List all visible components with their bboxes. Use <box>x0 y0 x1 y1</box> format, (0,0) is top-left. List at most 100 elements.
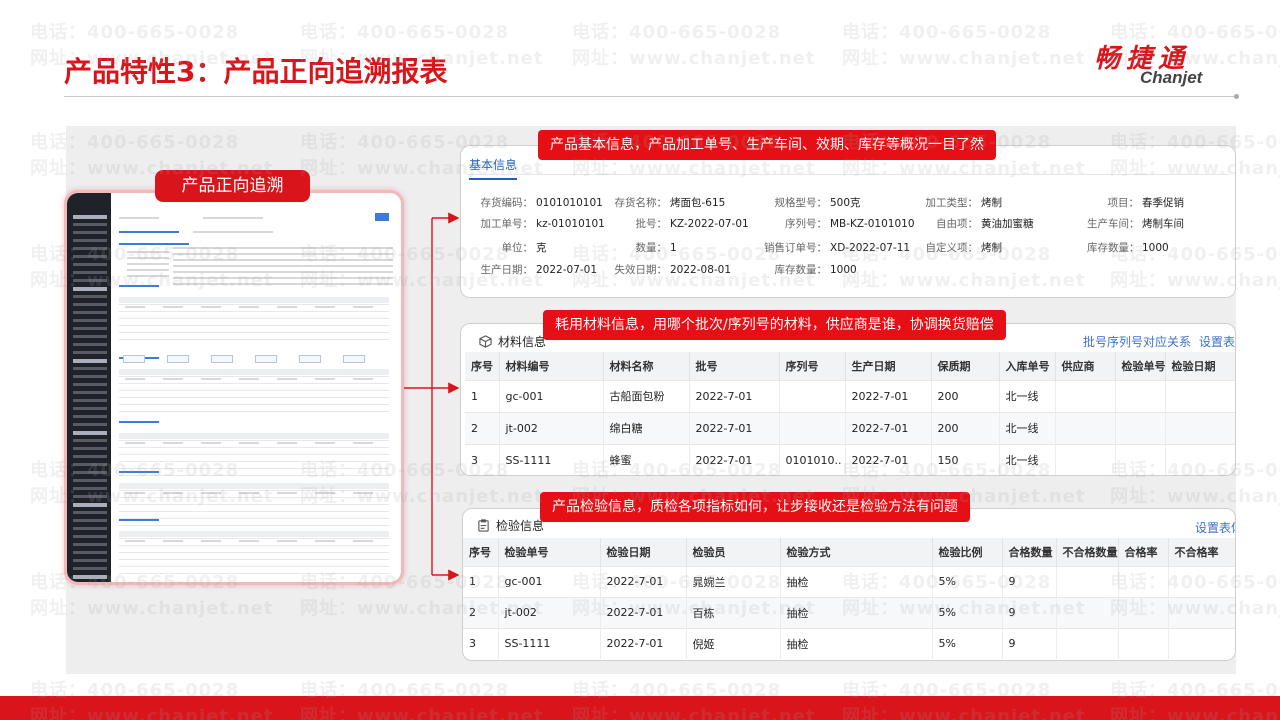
thumbnail-sidebar-item <box>73 527 107 530</box>
thumbnail-shape <box>119 318 389 319</box>
table-row[interactable]: 2 jt-002 2022-7-01 百栋 抽检 5% 9 <box>463 596 1235 628</box>
column-header[interactable]: 批号 <box>689 352 780 380</box>
thumbnail-shape <box>277 442 297 444</box>
column-header[interactable]: 合格率 <box>1118 538 1169 566</box>
column-header[interactable]: 序列号 <box>779 352 846 380</box>
field-label: 规格型号： <box>774 197 828 209</box>
thumbnail-sidebar-item <box>73 231 107 234</box>
thumbnail-shape <box>203 217 263 219</box>
column-header[interactable]: 生产日期 <box>845 352 932 380</box>
thumbnail-sidebar-item <box>73 359 107 363</box>
thumbnail-shape <box>119 339 389 340</box>
table-row[interactable]: 3 SS-1111 2022-7-01 倪姬 抽检 5% 9 <box>463 627 1235 659</box>
materials-title-text: 材料信息 <box>498 335 547 349</box>
column-header[interactable]: 检验日期 <box>600 538 687 566</box>
materials-card: 材料信息 批号序列号对应关系 设置表体 序号材料编号材料名称批号序列号生产日期保… <box>460 323 1236 476</box>
column-header[interactable]: 检验比例 <box>932 538 1003 566</box>
field-value: MB-KZ-0101010 <box>830 218 915 230</box>
thumbnail-shape <box>119 243 189 245</box>
report-thumbnail[interactable] <box>64 190 404 585</box>
table-row[interactable]: 1 gc-001 古船面包粉 2022-7-01 2022-7-01 200 北一线 <box>465 379 1235 412</box>
table-cell: 百栋 <box>686 596 781 628</box>
thumbnail-shape <box>353 306 373 308</box>
thumbnail-shape <box>119 421 159 423</box>
column-header[interactable]: 入库单号 <box>999 352 1056 380</box>
table-row[interactable]: 3 SS-1111 蜂蜜 2022-7-01 0101010.. 2022-7-01 150… <box>465 443 1235 475</box>
column-header[interactable]: 序号 <box>465 352 500 380</box>
thumbnail-sidebar-item <box>73 431 107 435</box>
table-cell: 0101010.. <box>779 443 846 475</box>
table-cell: 9 <box>1002 627 1057 659</box>
column-header[interactable]: 保质期 <box>931 352 1000 380</box>
column-header[interactable]: 序号 <box>463 538 499 566</box>
column-header[interactable]: 不合格数量 <box>1056 538 1119 566</box>
thumbnail-shape <box>119 369 389 375</box>
column-header[interactable]: 检验方式 <box>780 538 933 566</box>
basic-field: 失效日期： 2022-08-01 <box>609 262 732 277</box>
thumbnail-shape <box>211 355 233 363</box>
thumbnail-sidebar-item <box>73 559 107 562</box>
thumbnail-shape <box>119 559 389 560</box>
callout-inspection: 产品检验信息，质检各项指标如何，让步接收还是检验方法有问题 <box>540 492 970 522</box>
thumbnail-sidebar-item <box>73 239 107 242</box>
field-label: 数量： <box>635 242 668 254</box>
thumbnail-shape <box>201 492 221 494</box>
materials-settings-link[interactable]: 设置表体 <box>1199 333 1235 350</box>
table-cell: 2022-7-01 <box>600 565 687 597</box>
thumbnail-shape <box>167 355 189 363</box>
batch-serial-relation-link[interactable]: 批号序列号对应关系 <box>1083 333 1191 350</box>
logo-english: Chanjet <box>1140 68 1203 87</box>
thumbnail-shape <box>119 297 389 303</box>
table-cell: 200 <box>931 411 1000 444</box>
thumbnail-main <box>113 193 401 582</box>
inspection-settings-link[interactable]: 设置表体 <box>1195 519 1235 536</box>
thumbnail-shape <box>163 492 183 494</box>
thumbnail-sidebar-item <box>73 263 107 266</box>
watermark-phone: 电话：400-665-0028 <box>30 22 240 43</box>
table-row[interactable]: 1 gc-001 2022-7-01 晁婉兰 抽检 5% 9 <box>463 565 1235 597</box>
table-cell: 5% <box>932 627 1003 659</box>
field-label: 加工类型： <box>925 197 979 209</box>
basic-field: 项目： 春季促销 <box>1087 195 1185 210</box>
table-cell <box>1055 443 1116 475</box>
column-header[interactable]: 材料编号 <box>499 352 604 380</box>
inspection-title-text: 检验信息 <box>496 519 545 533</box>
field-value: 烤面包-615 <box>670 197 726 209</box>
thumbnail-sidebar-item <box>73 495 107 498</box>
column-header[interactable]: 合格数量 <box>1002 538 1057 566</box>
column-header[interactable]: 检验单号 <box>498 538 601 566</box>
table-cell: 倪姬 <box>686 627 781 659</box>
thumbnail-shape <box>315 306 335 308</box>
field-value: 烤制 <box>981 197 1002 209</box>
thumbnail-shape <box>239 378 259 380</box>
basic-field: 批号： KZ-2022-07-01 <box>609 216 749 231</box>
tab-basic-info[interactable]: 基本信息 <box>469 156 518 180</box>
column-header[interactable]: 材料名称 <box>603 352 690 380</box>
field-label: 库存数量： <box>774 264 828 276</box>
table-cell: 2022-7-01 <box>845 379 932 412</box>
thumbnail-shape <box>343 355 365 363</box>
thumbnail-shape <box>201 540 221 542</box>
table-row[interactable]: 2 jt-002 绵白糖 2022-7-01 2022-7-01 200 北一线 <box>465 411 1235 444</box>
thumbnail-shape <box>127 275 169 277</box>
watermark-phone: 电话：400-665-0028 <box>300 22 510 43</box>
column-header[interactable]: 检验单号 <box>1115 352 1166 380</box>
thumbnail-shape <box>239 306 259 308</box>
thumbnail-sidebar-item <box>73 543 107 546</box>
table-cell <box>1168 627 1235 659</box>
table-cell: 2022-7-01 <box>689 443 780 475</box>
thumbnail-shape <box>239 442 259 444</box>
basic-field: 自由项： 黄油加蜜糖 <box>916 216 1034 231</box>
column-header[interactable]: 检验员 <box>686 538 781 566</box>
thumbnail-shape <box>127 269 169 271</box>
thumbnail-shape <box>119 490 389 491</box>
thumbnail-sidebar-item <box>73 407 107 410</box>
column-header[interactable]: 检验日期 <box>1165 352 1235 380</box>
table-cell: 绵白糖 <box>603 411 690 444</box>
field-value: KZ-2022-07-01 <box>670 218 749 230</box>
thumbnail-sidebar-item <box>73 479 107 482</box>
column-header[interactable]: 不合格率 <box>1168 538 1235 566</box>
field-label: 存货名称： <box>614 197 668 209</box>
field-label: 加工单号： <box>480 218 534 230</box>
column-header[interactable]: 供应商 <box>1055 352 1116 380</box>
